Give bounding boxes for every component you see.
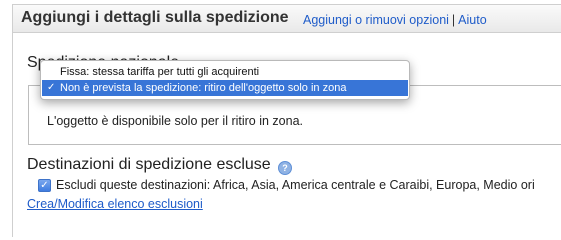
option-label: Fissa: stessa tariffa per tutti gli acqu… <box>60 66 260 78</box>
edit-exclusion-list-link[interactable]: Crea/Modifica elenco esclusioni <box>27 197 203 211</box>
exclude-destinations-checkbox[interactable]: ✓ <box>38 179 51 192</box>
exclude-destinations-label: Escludi queste destinazioni: Africa, Asi… <box>56 178 535 192</box>
section-header: Aggiungi i dettagli sulla spedizione Agg… <box>12 4 561 33</box>
checkmark-icon: ✓ <box>47 82 56 93</box>
header-links: Aggiungi o rimuovi opzioni | Aiuto <box>303 13 487 27</box>
help-link[interactable]: Aiuto <box>458 13 487 27</box>
option-label: Non è prevista la spedizione: ritiro del… <box>60 82 347 94</box>
link-separator: | <box>451 13 456 27</box>
dropdown-option-pickup-only[interactable]: ✓ Non è prevista la spedizione: ritiro d… <box>42 80 408 96</box>
shipping-type-dropdown[interactable]: Fissa: stessa tariffa per tutti gli acqu… <box>40 60 410 100</box>
add-remove-options-link[interactable]: Aggiungi o rimuovi opzioni <box>303 13 449 27</box>
dropdown-option-flat[interactable]: Fissa: stessa tariffa per tutti gli acqu… <box>42 64 408 80</box>
page-title: Aggiungi i dettagli sulla spedizione <box>21 9 289 26</box>
question-icon[interactable]: ? <box>278 161 292 175</box>
pickup-only-note: L'oggetto è disponibile solo per il riti… <box>47 114 304 128</box>
excluded-destinations-heading: Destinazioni di spedizione escluse <box>27 156 271 173</box>
